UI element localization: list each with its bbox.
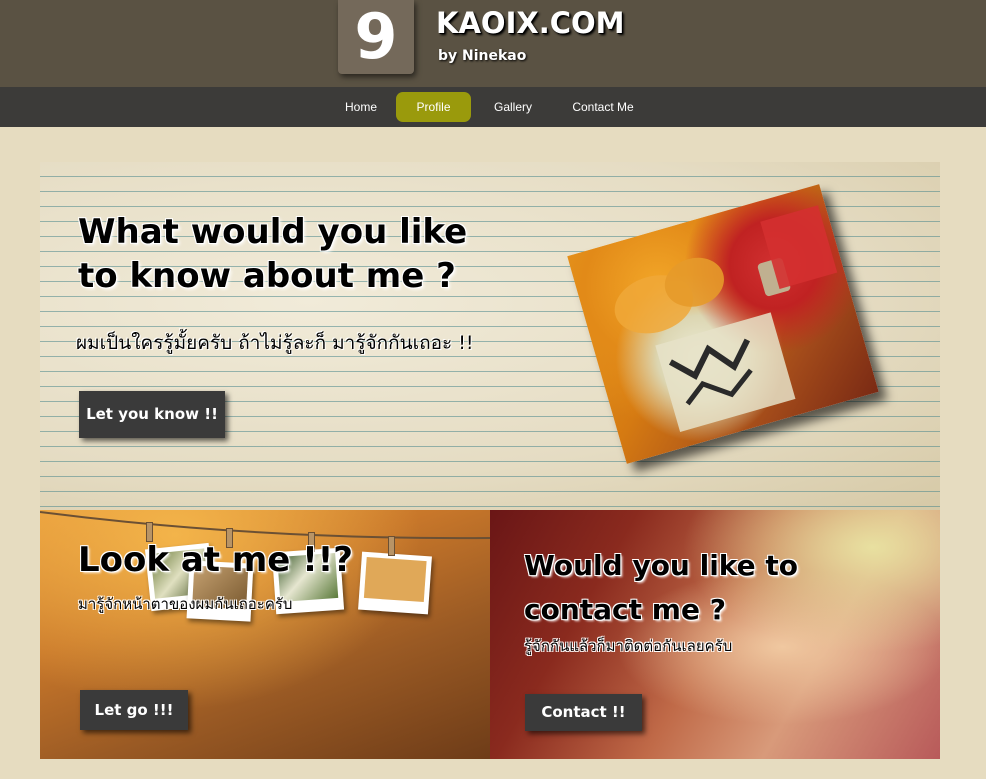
contact-panel-title-line2: contact me ?: [524, 593, 726, 626]
nav-item-gallery[interactable]: Gallery: [482, 92, 544, 122]
contact-panel-title-line1: Would you like to: [524, 549, 799, 582]
site-byline: by Ninekao: [438, 48, 527, 64]
hero-title-line1: What would you like: [78, 212, 468, 252]
site-header: 9 KAOIX.COM by Ninekao: [0, 0, 986, 87]
hero-title: What would you like to know about me ?: [78, 210, 467, 298]
profile-photo-image: [567, 184, 879, 464]
profile-photo: [567, 184, 879, 464]
contact-panel-subtitle: รู้จักกันแล้วก็มาติดต่อกันเลยครับ: [524, 637, 733, 655]
logo-mark[interactable]: 9: [338, 0, 414, 74]
gallery-panel-title: Look at me !!?: [78, 540, 353, 580]
nav-item-contact[interactable]: Contact Me: [562, 92, 644, 122]
main-nav: Home Profile Gallery Contact Me: [0, 87, 986, 127]
contact-panel-title: Would you like to contact me ?: [524, 544, 798, 632]
hero-subtitle: ผมเป็นใครรู้มั้ยครับ ถ้าไม่รู้ละก็ มารู้…: [76, 332, 474, 354]
contact-button[interactable]: Contact !!: [525, 694, 642, 731]
gallery-thumb[interactable]: [358, 551, 432, 615]
gallery-panel-subtitle: มารู้จักหน้าตาของผมกันเถอะครับ: [78, 595, 293, 613]
gallery-panel: Look at me !!? มารู้จักหน้าตาของผมกันเถอ…: [40, 510, 490, 759]
hero-panel: What would you like to know about me ? ผ…: [40, 162, 940, 510]
nav-item-profile[interactable]: Profile: [396, 92, 471, 122]
hero-title-line2: to know about me ?: [78, 256, 456, 296]
let-you-know-button[interactable]: Let you know !!: [79, 391, 225, 438]
nav-item-home[interactable]: Home: [333, 92, 389, 122]
let-go-button[interactable]: Let go !!!: [80, 690, 188, 730]
site-name[interactable]: KAOIX.COM: [436, 6, 625, 40]
contact-panel: Would you like to contact me ? รู้จักกัน…: [490, 510, 940, 759]
profile-photo-art: [614, 205, 838, 433]
clothespin-icon: [146, 522, 153, 542]
clothespin-icon: [388, 536, 395, 556]
